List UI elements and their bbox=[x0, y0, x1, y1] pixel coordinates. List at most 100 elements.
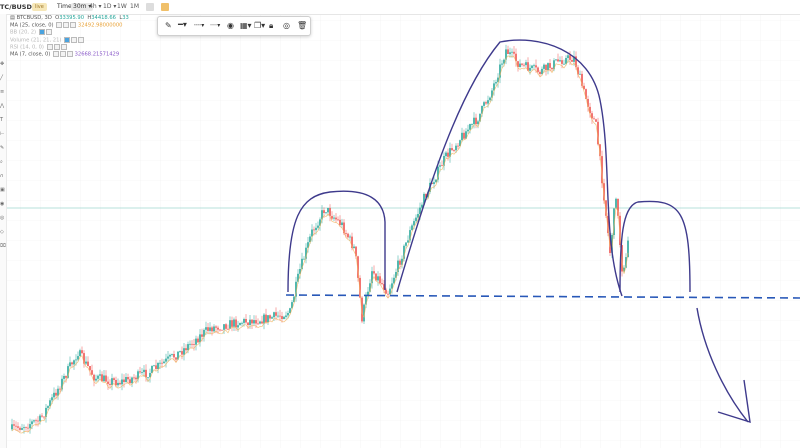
candle-body bbox=[117, 382, 119, 386]
time-label: Time bbox=[57, 3, 72, 10]
trash-icon[interactable]: 🗑︎ bbox=[297, 21, 307, 31]
measure-icon[interactable]: ⊢ bbox=[0, 132, 5, 137]
candle-body bbox=[561, 60, 563, 64]
candle-body bbox=[447, 152, 449, 157]
candle-body bbox=[31, 421, 33, 425]
candle-body bbox=[103, 375, 105, 382]
candle-body bbox=[189, 343, 191, 345]
legend-ind3-visibility[interactable] bbox=[64, 36, 71, 43]
copy-icon[interactable]: ❐▾ bbox=[254, 21, 265, 31]
candle-body bbox=[545, 64, 547, 70]
timeframe-1m[interactable]: 1M bbox=[130, 3, 139, 10]
fib-icon[interactable]: ≡ bbox=[0, 90, 5, 95]
candle-body bbox=[231, 320, 233, 327]
legend-ind3-row: Volume (21, 21, 21) bbox=[10, 36, 129, 44]
legend-ind2-visibility[interactable] bbox=[38, 29, 45, 36]
candle-body bbox=[275, 312, 277, 316]
candle-body bbox=[569, 55, 571, 60]
candle-body bbox=[373, 271, 375, 274]
candle-body bbox=[529, 67, 531, 71]
candle-body bbox=[487, 100, 489, 104]
legend-ma25-label: MA (25, close, 0) bbox=[10, 22, 54, 29]
indicators-icon[interactable] bbox=[161, 3, 169, 11]
timeframe-4h[interactable]: 4h ▾ bbox=[89, 3, 102, 10]
pencil-icon[interactable]: ✎ bbox=[165, 21, 172, 31]
symbol-label[interactable]: TC/BUSD bbox=[0, 3, 32, 11]
candle-body bbox=[525, 62, 527, 66]
candle-body bbox=[593, 118, 595, 120]
candle-body bbox=[281, 316, 283, 319]
legend-ind3-remove[interactable] bbox=[78, 36, 85, 43]
eye-icon[interactable]: ◎ bbox=[0, 216, 5, 221]
candle-body bbox=[269, 315, 271, 319]
dotted-line-icon[interactable]: ┈┈▾ bbox=[210, 21, 220, 31]
pattern-icon[interactable]: ⋀ bbox=[0, 104, 5, 109]
circle-icon[interactable]: ◉ bbox=[227, 21, 234, 31]
dashed-line-icon[interactable]: ╌╌▾ bbox=[194, 21, 204, 31]
legend-ind3-settings[interactable] bbox=[71, 36, 78, 43]
candle-body bbox=[239, 323, 241, 326]
legend-ind4-remove[interactable] bbox=[60, 43, 67, 50]
candle-body bbox=[273, 312, 275, 318]
fill-icon[interactable]: ▦▾ bbox=[240, 21, 252, 31]
legend-ind4-settings[interactable] bbox=[53, 43, 60, 50]
cursor-icon[interactable]: ✥ bbox=[0, 62, 5, 67]
legend-ind4-label: RSI (14, 0, 0) bbox=[10, 44, 44, 51]
trendline-icon[interactable]: ╱ bbox=[0, 76, 5, 81]
legend-high-value: 34418.66 bbox=[91, 15, 116, 21]
candle-body bbox=[495, 82, 497, 84]
candle-body bbox=[183, 348, 185, 355]
candle-body bbox=[163, 361, 165, 364]
delete-drawings-icon[interactable]: ⌧ bbox=[0, 244, 6, 249]
candle-body bbox=[451, 148, 453, 151]
candle-body bbox=[147, 377, 149, 379]
hide-drawings-icon[interactable]: ◉ bbox=[0, 202, 5, 207]
legend-ind4-visibility[interactable] bbox=[46, 43, 53, 50]
legend-ma25-remove[interactable] bbox=[70, 22, 77, 29]
candle-body bbox=[235, 319, 237, 328]
text-icon[interactable]: T bbox=[0, 118, 5, 123]
candle-body bbox=[333, 217, 335, 219]
candle-body bbox=[77, 356, 79, 360]
candle-body bbox=[551, 67, 553, 70]
line-style-icon[interactable]: ━▾ bbox=[178, 20, 187, 30]
candle-body bbox=[215, 326, 217, 328]
candle-body bbox=[55, 392, 57, 396]
candle-body bbox=[263, 314, 265, 324]
candle-body bbox=[277, 315, 279, 317]
candle-body bbox=[85, 361, 87, 364]
timeframe-1w[interactable]: 1W bbox=[117, 3, 127, 10]
layers-icon[interactable]: ◇ bbox=[0, 230, 5, 235]
candle-body bbox=[87, 361, 89, 366]
candle-body bbox=[221, 329, 223, 331]
legend-ma7-settings[interactable] bbox=[59, 50, 66, 57]
brush-icon[interactable]: ✎ bbox=[0, 146, 5, 151]
lock-icon[interactable]: 🔒︎ bbox=[269, 21, 273, 31]
candle-body bbox=[251, 319, 253, 324]
chart-type-icon[interactable] bbox=[146, 3, 154, 11]
candle-body bbox=[471, 124, 473, 125]
candle-body bbox=[433, 182, 435, 184]
candle-body bbox=[205, 327, 207, 330]
legend-ind2-settings[interactable] bbox=[45, 29, 52, 36]
candle-body bbox=[133, 377, 135, 379]
candle-body bbox=[407, 240, 409, 243]
legend-ma7-remove[interactable] bbox=[66, 50, 73, 57]
legend-ma25-settings[interactable] bbox=[63, 22, 70, 29]
legend-open-value: 33395.90 bbox=[59, 15, 85, 21]
candle-body bbox=[209, 327, 211, 331]
candle-body bbox=[27, 427, 29, 429]
magnet-icon[interactable]: ∩ bbox=[0, 174, 5, 179]
candle-body bbox=[219, 329, 221, 331]
candle-body bbox=[139, 371, 141, 373]
candle-body bbox=[267, 315, 269, 323]
candle-body bbox=[411, 225, 413, 231]
lock-drawings-icon[interactable]: ▣ bbox=[0, 188, 5, 193]
price-chart[interactable] bbox=[0, 0, 800, 448]
zoom-icon[interactable]: ⌕ bbox=[0, 160, 5, 165]
candle-body bbox=[439, 165, 441, 167]
legend-ma25-visibility[interactable] bbox=[56, 22, 63, 29]
eye-icon[interactable]: ◎ bbox=[283, 21, 290, 31]
timeframe-1d[interactable]: 1D ▾ bbox=[103, 3, 116, 10]
legend-ma7-visibility[interactable] bbox=[52, 50, 59, 57]
